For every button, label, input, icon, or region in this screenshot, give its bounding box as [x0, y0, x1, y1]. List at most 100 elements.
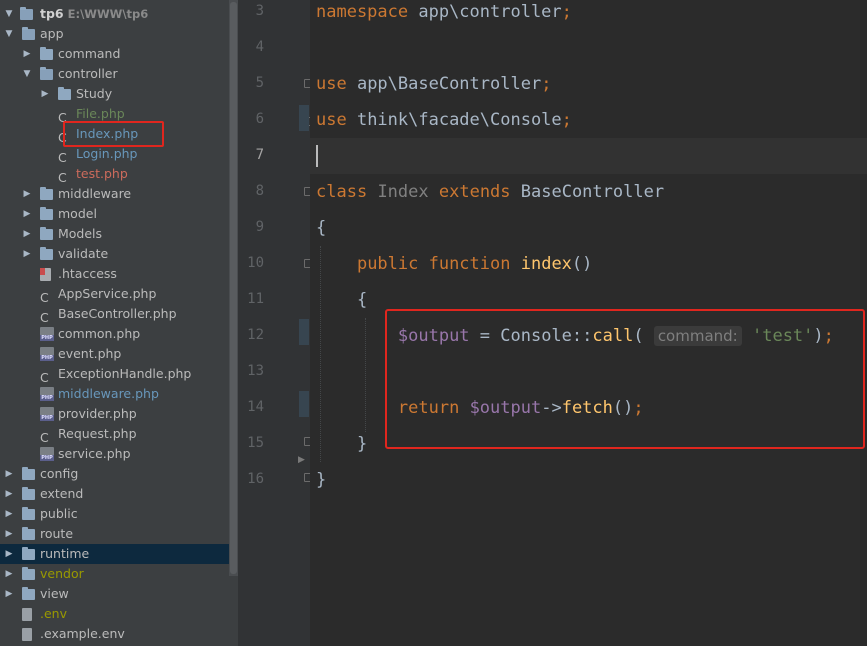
code-line[interactable]: public function index() [316, 246, 592, 282]
tree-item-label: view [40, 586, 69, 601]
chevron-down-icon[interactable]: ▼ [4, 24, 14, 44]
tree-item[interactable]: ▶ Models [0, 224, 228, 244]
tree-item[interactable]: ▶ validate [0, 244, 228, 264]
tree-item-label: middleware.php [58, 386, 159, 401]
code-line[interactable]: use think\facade\Console; [316, 102, 572, 138]
tree-item[interactable]: C AppService.php [0, 284, 228, 305]
chevron-right-icon[interactable]: ▶ [4, 524, 14, 544]
tree-item[interactable]: C Login.php [0, 144, 228, 165]
chevron-right-icon[interactable]: ▶ [4, 584, 14, 604]
tree-item[interactable]: ▶ public [0, 504, 228, 524]
tree-item-label: event.php [58, 346, 122, 361]
code-line[interactable]: class Index extends BaseController [316, 174, 664, 210]
chevron-right-icon[interactable]: ▶ [22, 204, 32, 224]
tree-item-label: Study [76, 86, 113, 101]
tree-item-label: model [58, 206, 97, 221]
line-number: 16 [247, 471, 264, 487]
tree-item[interactable]: ▶ middleware [0, 184, 228, 204]
tree-item[interactable]: Ctest.php [0, 164, 228, 185]
folder-icon [22, 467, 35, 480]
tree-item[interactable]: ▶ extend [0, 484, 228, 504]
chevron-right-icon[interactable]: ▶ [22, 44, 32, 64]
line-number: 7 [255, 147, 264, 163]
php-class-icon: C [40, 430, 49, 445]
tree-item[interactable]: C ExceptionHandle.php [0, 364, 228, 385]
tree-item-label: config [40, 466, 79, 481]
chevron-right-icon[interactable]: ▶ [4, 544, 14, 564]
code-token: app\controller [408, 2, 562, 22]
php-class-icon: C [40, 290, 49, 305]
tree-item[interactable]: .htaccess [0, 264, 228, 284]
tree-item[interactable]: C Request.php [0, 424, 228, 445]
tree-item[interactable]: ▼ controller [0, 64, 228, 84]
folder-icon [40, 207, 53, 220]
chevron-down-icon[interactable]: ▼ [4, 4, 14, 24]
tree-item[interactable]: common.php [0, 324, 228, 344]
tree-item-label: Request.php [58, 426, 137, 441]
editor-empty-area[interactable] [310, 497, 867, 646]
chevron-right-icon[interactable]: ▶ [22, 224, 32, 244]
tree-item-label: vendor [40, 566, 84, 581]
tree-item[interactable]: C BaseController.php [0, 304, 228, 325]
tree-item[interactable]: ▶ route [0, 524, 228, 544]
change-marker [299, 105, 309, 131]
folder-icon [22, 27, 35, 40]
chevron-down-icon[interactable]: ▼ [22, 64, 32, 84]
tree-item-label: service.php [58, 446, 131, 461]
php-file-icon [40, 387, 54, 401]
code-token: think\facade\Console [346, 110, 562, 130]
tree-item-label: .htaccess [58, 266, 117, 281]
project-tree-panel: ▼ tp6 E:\WWW\tp6 ▼ app ▶ command ▼ controller ▶… [0, 0, 238, 646]
tree-item[interactable]: event.php [0, 344, 228, 364]
code-token: ; [561, 110, 572, 130]
scrollbar-thumb[interactable] [230, 2, 237, 574]
tree-item[interactable]: ▶ view [0, 584, 228, 604]
tree-item-label: extend [40, 486, 84, 501]
tree-item[interactable]: .env [0, 604, 228, 624]
php-file-icon [40, 347, 54, 361]
tree-item[interactable]: .example.env [0, 624, 228, 644]
chevron-right-icon[interactable]: ▶ [4, 464, 14, 484]
tree-root[interactable]: ▼ tp6 E:\WWW\tp6 [0, 4, 228, 24]
code-token: () [571, 254, 593, 274]
folder-icon [22, 547, 35, 560]
code-token: index [520, 254, 572, 274]
code-token: } [316, 434, 368, 454]
chevron-right-icon[interactable]: ▶ [4, 484, 14, 504]
php-class-icon: C [58, 150, 67, 165]
tree-item[interactable]: ▶ model [0, 204, 228, 224]
tree-item[interactable]: ▶ Study [0, 84, 228, 104]
tree-item-label: AppService.php [58, 286, 157, 301]
folder-icon [20, 7, 33, 20]
indent-guide [320, 246, 321, 462]
line-number: 3 [255, 3, 264, 19]
tree-item[interactable]: service.php [0, 444, 228, 464]
tree-item[interactable]: provider.php [0, 404, 228, 424]
tree-item[interactable]: ▼ app [0, 24, 228, 44]
chevron-right-icon[interactable]: ▶ [40, 84, 50, 104]
tree-item-label: test.php [76, 166, 128, 181]
chevron-right-icon[interactable]: ▶ [22, 244, 32, 264]
tree-item[interactable]: ▶ config [0, 464, 228, 484]
code-line[interactable]: } [316, 462, 326, 498]
code-line[interactable]: { [316, 282, 367, 318]
code-line[interactable]: namespace app\controller; [316, 0, 572, 30]
tree-item[interactable]: ▶ vendor [0, 564, 228, 584]
chevron-right-icon[interactable]: ▶ [22, 184, 32, 204]
code-line[interactable]: } [316, 426, 367, 462]
gutter-empty-area [238, 497, 310, 646]
tree-item[interactable]: ▶ command [0, 44, 228, 64]
tree-item[interactable]: middleware.php [0, 384, 228, 404]
code-line[interactable]: use app\BaseController; [316, 66, 551, 102]
tree-item-label: runtime [40, 546, 90, 561]
code-line[interactable]: { [316, 210, 326, 246]
folder-icon [40, 187, 53, 200]
chevron-right-icon[interactable]: ▶ [4, 504, 14, 524]
tree-item[interactable]: ▶ runtime [0, 544, 238, 564]
chevron-right-icon[interactable]: ▶ [4, 564, 14, 584]
tree-scrollbar[interactable] [229, 0, 238, 576]
tree-item-label: app [40, 26, 64, 41]
tree-item-label: .env [40, 606, 67, 621]
